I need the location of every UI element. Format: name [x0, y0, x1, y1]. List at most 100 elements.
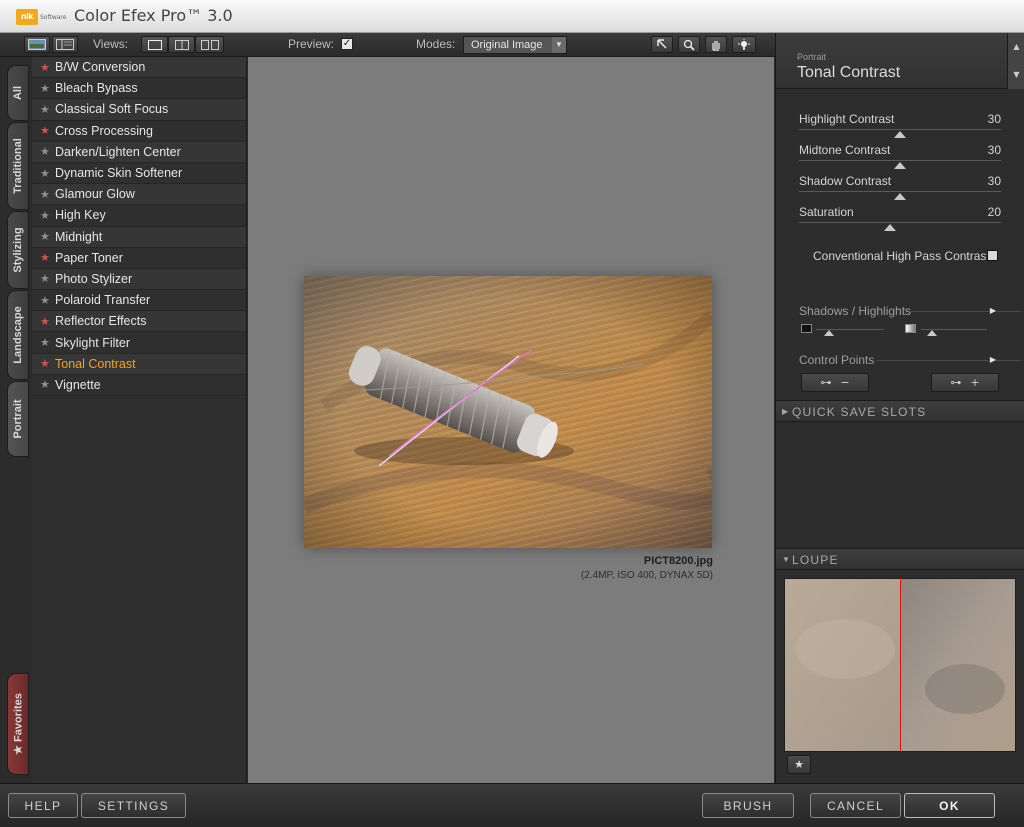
favorite-star-icon[interactable]: ★ — [40, 167, 55, 180]
slider-thumb[interactable] — [894, 131, 906, 138]
add-control-point-button[interactable]: ⊶ + — [931, 373, 999, 392]
nik-logo-mark: nik — [16, 9, 38, 25]
favorite-star-icon[interactable]: ★ — [40, 315, 55, 328]
filter-item[interactable]: ★ Skylight Filter — [32, 332, 246, 354]
hand-tool-button[interactable] — [705, 36, 727, 53]
favorite-star-icon[interactable]: ★ — [40, 272, 55, 285]
filter-item[interactable]: ★ Cross Processing — [32, 120, 246, 142]
tab-landscape[interactable]: Landscape — [7, 290, 29, 380]
filter-name: Classical Soft Focus — [55, 102, 169, 117]
help-button[interactable]: HELP — [8, 793, 78, 818]
view-split-button[interactable] — [168, 36, 195, 53]
control-points-divider — [876, 360, 1021, 361]
slider[interactable]: Midtone Contrast 30 — [799, 143, 1001, 171]
favorite-star-icon[interactable]: ★ — [40, 82, 55, 95]
pointer-tool-button[interactable] — [651, 36, 673, 53]
control-point-icon: ⊶ — [950, 376, 962, 389]
highlights-slider[interactable] — [921, 323, 987, 336]
filter-name: B/W Conversion — [55, 60, 146, 75]
favorite-star-icon[interactable]: ★ — [40, 336, 55, 349]
slider[interactable]: Saturation 20 — [799, 205, 1001, 233]
filter-item[interactable]: ★ B/W Conversion — [32, 57, 246, 79]
filter-name: Reflector Effects — [55, 314, 147, 329]
favorite-star-icon[interactable]: ★ — [40, 124, 55, 137]
favorite-star-icon[interactable]: ★ — [40, 145, 55, 158]
loupe-split-line[interactable] — [900, 578, 901, 752]
filter-name: Photo Stylizer — [55, 271, 133, 286]
favorite-star-icon[interactable]: ★ — [40, 230, 55, 243]
filter-item[interactable]: ★ Classical Soft Focus — [32, 99, 246, 121]
favorite-star-icon[interactable]: ★ — [40, 378, 55, 391]
cancel-button[interactable]: CANCEL — [810, 793, 901, 818]
filter-name: Vignette — [55, 377, 101, 392]
filter-item[interactable]: ★ Paper Toner — [32, 247, 246, 269]
favorite-star-icon[interactable]: ★ — [40, 188, 55, 201]
ok-button[interactable]: OK — [904, 793, 995, 818]
split-thumb-button[interactable] — [52, 36, 78, 53]
slider-track[interactable] — [799, 160, 1001, 161]
quick-save-slots-bar[interactable]: ▶ QUICK SAVE SLOTS — [776, 400, 1024, 422]
favorite-star-icon[interactable]: ★ — [40, 251, 55, 264]
filter-item[interactable]: ★ Bleach Bypass — [32, 78, 246, 100]
filter-item[interactable]: ★ Reflector Effects — [32, 311, 246, 333]
panel-scrollbar[interactable]: ▲ ▼ — [1007, 33, 1024, 89]
favorite-star-icon[interactable]: ★ — [40, 294, 55, 307]
favorite-star-icon[interactable]: ★ — [40, 61, 55, 74]
slider-thumb[interactable] — [894, 162, 906, 169]
preview-checkbox[interactable]: ✓ — [341, 38, 353, 50]
photo-filename: PICT8200.jpg — [643, 555, 713, 567]
control-point-icon: ⊶ — [820, 376, 832, 389]
tab-traditional[interactable]: Traditional — [7, 122, 29, 210]
slider-track[interactable] — [799, 129, 1001, 130]
filter-item[interactable]: ★ Vignette — [32, 374, 246, 396]
high-pass-checkbox[interactable] — [987, 250, 998, 261]
slider[interactable]: Shadow Contrast 30 — [799, 174, 1001, 202]
remove-control-point-button[interactable]: ⊶ − — [801, 373, 869, 392]
filter-item[interactable]: ★ Glamour Glow — [32, 184, 246, 206]
single-view-thumb-button[interactable] — [24, 36, 50, 53]
control-points-header[interactable]: Control Points — [799, 353, 874, 367]
light-tool-button[interactable] — [732, 36, 756, 53]
tab-favorites[interactable]: ★ Favorites — [7, 673, 29, 775]
preview-image[interactable] — [304, 276, 712, 548]
pin-loupe-button[interactable]: ★ — [787, 755, 811, 774]
modes-select[interactable]: Original Image ▼ — [463, 36, 567, 54]
expand-arrow-icon[interactable]: ▶ — [990, 306, 996, 315]
tab-favorites-label: ★ Favorites — [12, 693, 25, 755]
slider[interactable]: Highlight Contrast 30 — [799, 112, 1001, 140]
slider-track[interactable] — [799, 222, 1001, 223]
view-side-by-side-button[interactable] — [195, 36, 224, 53]
arrow-pointer-icon — [657, 38, 667, 48]
loupe-bar[interactable]: ▼ LOUPE — [776, 548, 1024, 570]
filter-item[interactable]: ★ Tonal Contrast — [32, 353, 246, 375]
shadows-highlights-header[interactable]: Shadows / Highlights — [799, 304, 911, 318]
slider-value: 20 — [987, 205, 1001, 219]
expand-arrow-icon[interactable]: ▶ — [990, 355, 996, 364]
brush-button[interactable]: BRUSH — [702, 793, 794, 818]
pin-icon: ★ — [794, 758, 804, 771]
tab-stylizing[interactable]: Stylizing — [7, 211, 29, 289]
view-single-button[interactable] — [141, 36, 168, 53]
tab-portrait[interactable]: Portrait — [7, 381, 29, 457]
zoom-tool-button[interactable] — [678, 36, 700, 53]
filter-item[interactable]: ★ Darken/Lighten Center — [32, 141, 246, 163]
preview-area: PICT8200.jpg (2.4MP, ISO 400, DYNAX 5D) — [248, 57, 774, 783]
filter-item[interactable]: ★ Midnight — [32, 226, 246, 248]
slider-thumb[interactable] — [894, 193, 906, 200]
expanded-arrow-icon: ▼ — [782, 555, 790, 564]
nik-logo-subtext: Software — [40, 14, 67, 21]
settings-button[interactable]: SETTINGS — [81, 793, 186, 818]
filter-item[interactable]: ★ Dynamic Skin Softener — [32, 162, 246, 185]
slider-thumb[interactable] — [883, 224, 896, 231]
modes-select-value: Original Image — [471, 39, 543, 51]
favorite-star-icon[interactable]: ★ — [40, 357, 55, 370]
minus-icon: − — [840, 376, 850, 389]
favorite-star-icon[interactable]: ★ — [40, 103, 55, 116]
filter-item[interactable]: ★ High Key — [32, 205, 246, 227]
tab-all[interactable]: All — [7, 65, 29, 121]
favorite-star-icon[interactable]: ★ — [40, 209, 55, 222]
filter-item[interactable]: ★ Polaroid Transfer — [32, 290, 246, 312]
slider-track[interactable] — [799, 191, 1001, 192]
shadows-slider[interactable] — [816, 323, 884, 336]
filter-item[interactable]: ★ Photo Stylizer — [32, 268, 246, 291]
